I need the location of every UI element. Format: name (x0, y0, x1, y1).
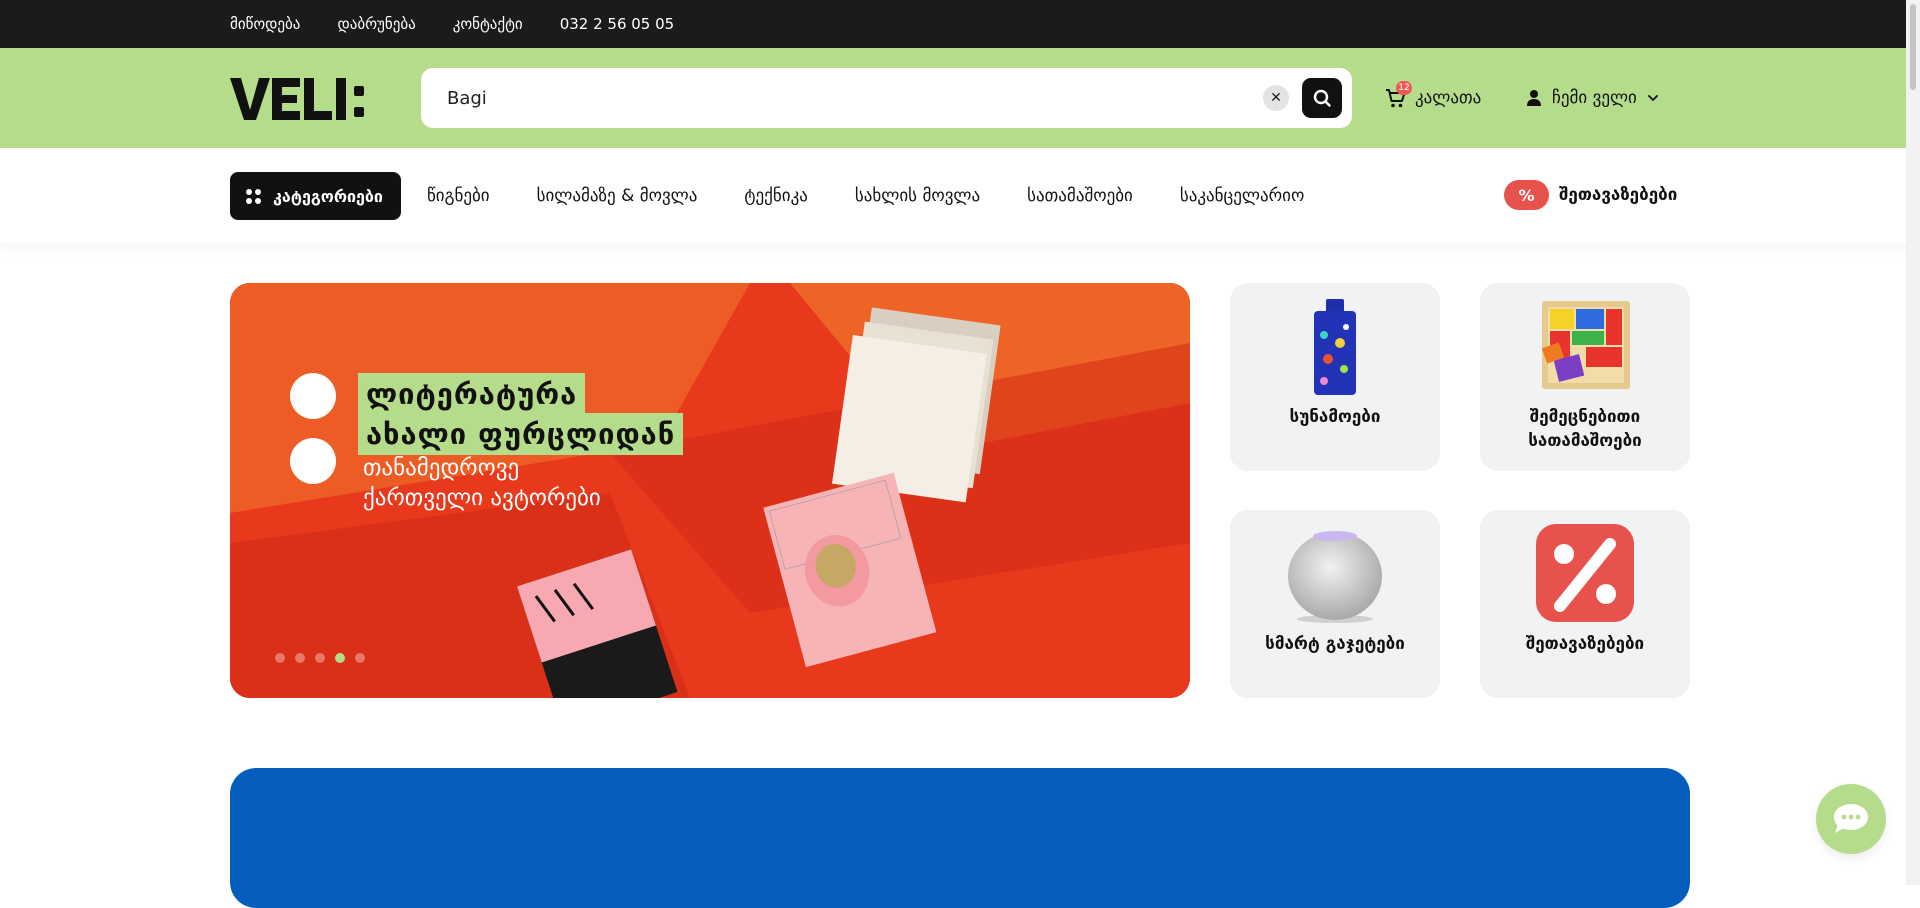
nav-item-home-care[interactable]: სახლის მოვლა (855, 186, 980, 206)
slide-dot[interactable] (275, 653, 285, 663)
nav-item-tech[interactable]: ტექნიკა (744, 186, 807, 206)
tile-educational-toys[interactable]: შემეცნებითი სათამაშოები (1480, 283, 1690, 471)
tile-label: სუნამოები (1289, 407, 1381, 427)
top-links: მიწოდება დაბრუნება კონტაქტი 032 2 56 05 … (230, 0, 674, 48)
page-scrollbar[interactable] (1906, 0, 1920, 885)
user-icon (1527, 90, 1541, 106)
chat-icon (1834, 804, 1868, 833)
contact-link[interactable]: კონტაქტი (453, 15, 523, 33)
nav-item-stationery[interactable]: საკანცელარიო (1180, 186, 1304, 206)
clear-search-button[interactable]: ✕ (1263, 85, 1289, 111)
cart-label: კალათა (1415, 88, 1482, 108)
deals-link[interactable]: % შეთავაზებები (1504, 180, 1677, 210)
banner-subtitle-1: თანამედროვე (363, 455, 520, 481)
promo-banner[interactable] (230, 768, 1690, 908)
tile-label: შეთავაზებები (1525, 634, 1645, 654)
tile-perfumes[interactable]: სუნამოები (1230, 283, 1440, 471)
cart-count-badge: 12 (1396, 81, 1412, 95)
slide-dot-active[interactable] (335, 653, 345, 663)
returns-link[interactable]: დაბრუნება (337, 15, 415, 33)
banner-decor-circle (290, 373, 336, 419)
category-nav: კატეგორიები წიგნები სილამაზე & მოვლა ტექ… (0, 148, 1920, 243)
slide-dot[interactable] (315, 653, 325, 663)
banner-subtitle-2: ქართველი ავტორები (363, 485, 601, 511)
veli-logo[interactable] (230, 74, 407, 124)
smart-speaker-icon (1288, 531, 1382, 623)
tile-smart-gadgets[interactable]: სმარტ გაჯეტები (1230, 510, 1440, 698)
search-button[interactable] (1302, 78, 1342, 118)
cart-icon-wrap: 12 (1385, 81, 1412, 109)
phone-link[interactable]: 032 2 56 05 05 (560, 15, 675, 33)
scrollbar-thumb[interactable] (1910, 4, 1916, 90)
percent-icon (1536, 524, 1634, 622)
chat-button[interactable] (1816, 784, 1886, 854)
chevron-down-icon (1647, 95, 1658, 102)
deals-label: შეთავაზებები (1559, 185, 1678, 205)
banner-headline-1: ლიტერატურა (358, 373, 586, 415)
slide-dot[interactable] (295, 653, 305, 663)
slide-dot[interactable] (355, 653, 365, 663)
percent-icon: % (1504, 180, 1549, 210)
close-icon: ✕ (1270, 90, 1282, 106)
tile-deals[interactable]: შეთავაზებები (1480, 510, 1690, 698)
delivery-link[interactable]: მიწოდება (230, 15, 300, 33)
categories-button[interactable]: კატეგორიები (230, 172, 401, 220)
banner-headline-2: ახალი ფურცლიდან (358, 413, 684, 455)
categories-label: კატეგორიები (273, 186, 383, 206)
nav-item-toys[interactable]: სათამაშოები (1027, 186, 1133, 206)
perfume-icon (1314, 299, 1356, 395)
account-menu[interactable]: ჩემი ველი (1526, 84, 1659, 112)
search-icon (1313, 89, 1331, 107)
puzzle-toy-icon (1541, 301, 1630, 389)
nav-item-beauty[interactable]: სილამაზე & მოვლა (537, 186, 698, 206)
nav-item-books[interactable]: წიგნები (427, 186, 490, 206)
hero-banner[interactable]: ლიტერატურა ახალი ფურცლიდან თანამედროვე ქ… (230, 283, 1190, 698)
tile-label: შემეცნებითი სათამაშოები (1528, 407, 1642, 451)
search-input[interactable] (447, 68, 1227, 128)
slider-dots (275, 653, 365, 663)
account-label: ჩემი ველი (1552, 88, 1637, 108)
banner-decor-circle (290, 438, 336, 484)
tile-label: სმარტ გაჯეტები (1265, 634, 1405, 654)
search-bar: ✕ (421, 68, 1352, 128)
top-bar: მიწოდება დაბრუნება კონტაქტი 032 2 56 05 … (0, 0, 1920, 48)
grid-icon (246, 188, 261, 204)
nav-links: წიგნები სილამაზე & მოვლა ტექნიკა სახლის … (427, 172, 1304, 220)
cart-button[interactable]: 12 კალათა (1385, 81, 1482, 112)
